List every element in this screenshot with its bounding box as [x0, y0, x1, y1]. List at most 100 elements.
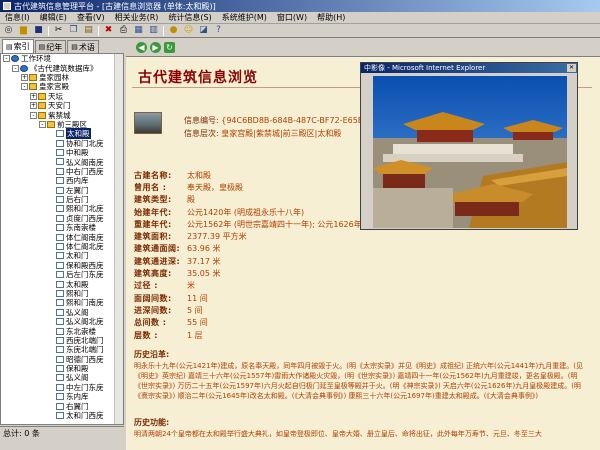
toolbar: ◎ ▆ ■ ✂ ❐ ▤ ✖ ⎙ ▦ ▥ ● ☺ ◪ ?: [0, 24, 600, 38]
copy-icon[interactable]: ❐: [68, 25, 79, 36]
tree-item[interactable]: 太和殿: [1, 128, 123, 140]
tree-item[interactable]: 左翼门: [1, 185, 123, 195]
menu-system[interactable]: 系统维护(M): [217, 12, 272, 23]
forward-icon[interactable]: ▶: [150, 41, 161, 53]
menu-info[interactable]: 信息(I): [0, 12, 35, 23]
page-icon: [56, 374, 64, 382]
tree-scrollbar[interactable]: [114, 54, 123, 424]
tree-item[interactable]: 东北崇楼: [1, 326, 123, 336]
page-icon: [56, 393, 64, 401]
toolbar-separator: [98, 25, 99, 36]
image-popup-window[interactable]: 中影像 - Microsoft Internet Explorer ✕: [360, 62, 578, 230]
back-icon[interactable]: ◀: [136, 41, 147, 53]
collapse-icon[interactable]: -: [39, 120, 46, 128]
tree-item[interactable]: 右翼门: [1, 401, 123, 411]
expand-icon[interactable]: +: [21, 73, 28, 81]
binoculars-icon[interactable]: ◎: [3, 25, 14, 36]
calendar-icon[interactable]: ▥: [148, 25, 159, 36]
menu-edit[interactable]: 编辑(E): [35, 12, 72, 23]
close-icon[interactable]: ✕: [567, 64, 576, 72]
building-thumbnail[interactable]: [134, 112, 162, 134]
collapse-icon[interactable]: -: [12, 64, 19, 72]
tree-item[interactable]: 后左门东庑: [1, 270, 123, 279]
history-title: 历史沿革:: [134, 350, 170, 359]
tree-item[interactable]: 中和殿: [1, 148, 123, 157]
menu-help[interactable]: 帮助(H): [312, 12, 350, 23]
open-folder-icon[interactable]: ▆: [18, 25, 29, 36]
menu-stats[interactable]: 统计信息(S): [163, 12, 216, 23]
chronology-icon: ▤: [38, 43, 46, 51]
history-text: 明永乐十九年(公元1421年)建成，原名奉天殿，同年四月被毁于火。(明《太宗实录…: [134, 362, 583, 400]
tree-item[interactable]: 弘义阁: [1, 373, 123, 382]
tree-item[interactable]: 协和门北庑: [1, 139, 123, 148]
tree-item[interactable]: 东南崇楼: [1, 223, 123, 232]
tree-item[interactable]: 东内库: [1, 392, 123, 401]
tree-item[interactable]: 弘义阁南庑: [1, 157, 123, 167]
tree-item[interactable]: 贞度门西庑: [1, 214, 123, 223]
tree-item[interactable]: 保和殿西庑: [1, 261, 123, 270]
tree-item[interactable]: 熙和门北庑: [1, 204, 123, 213]
cut-icon[interactable]: ✂: [53, 25, 64, 36]
status-total: 总计: 0 条: [3, 429, 40, 438]
field-row: 古建名称: 太和殿: [134, 170, 211, 180]
tree-item[interactable]: 熙和门: [1, 289, 123, 298]
print-icon[interactable]: ⎙: [118, 25, 129, 36]
page-icon: [56, 346, 64, 354]
coins-icon[interactable]: ●: [168, 25, 179, 36]
terms-icon: ▤: [71, 43, 78, 51]
tab-index[interactable]: ▤ 索引: [2, 39, 34, 53]
menu-related[interactable]: 相关业务(R): [110, 12, 164, 23]
tree-item[interactable]: 西内库: [1, 176, 123, 185]
folder-icon: [38, 111, 46, 119]
question-icon[interactable]: ?: [213, 25, 224, 36]
expand-icon[interactable]: +: [30, 92, 37, 100]
tree-item[interactable]: 昭德门西庑: [1, 355, 123, 364]
field-row: 建筑高度: 35.05 米: [134, 269, 221, 279]
menu-window[interactable]: 窗口(W): [272, 12, 312, 23]
collapse-icon[interactable]: -: [3, 55, 10, 63]
tree-item[interactable]: 中右门西庑: [1, 167, 123, 176]
folder-icon: [38, 92, 46, 100]
nav-bar: ◀ ▶ ↻: [126, 38, 600, 56]
save-icon[interactable]: ■: [33, 25, 44, 36]
tree-item[interactable]: - 前三殿区: [1, 120, 123, 129]
tree-item[interactable]: 太和门西庑: [1, 411, 123, 420]
tree-item[interactable]: 西庑北端门: [1, 336, 123, 345]
folder-icon: [38, 102, 46, 110]
tree-item[interactable]: 中左门东庑: [1, 383, 123, 392]
paste-icon[interactable]: ▤: [83, 25, 94, 36]
smiley-icon[interactable]: ☺: [183, 25, 194, 36]
page-icon: [56, 327, 64, 335]
collapse-icon[interactable]: -: [21, 83, 28, 91]
field-row: 始建年代: 公元1420年 (明成祖永乐十八年): [134, 207, 305, 217]
grid-icon[interactable]: ▦: [133, 25, 144, 36]
refresh-icon[interactable]: ↻: [164, 41, 175, 53]
info-icon[interactable]: ◪: [198, 25, 209, 36]
globe-icon: [11, 55, 19, 63]
tree-item[interactable]: 太和门: [1, 251, 123, 260]
folder-icon: [29, 83, 37, 91]
expand-icon[interactable]: +: [30, 102, 37, 110]
tree-item[interactable]: 后右门: [1, 195, 123, 204]
tree-item[interactable]: 体仁阁北庑: [1, 242, 123, 251]
page-icon: [56, 243, 64, 250]
tree-item[interactable]: 体仁阁南庑: [1, 232, 123, 242]
delete-icon[interactable]: ✖: [103, 25, 114, 36]
tree-view[interactable]: - 工作环境 - 《古代建筑数据库》 + 皇家园林 - 皇家宫殿 + 天坛 + 天安门 - 紫禁城 - 前三殿…: [0, 53, 124, 425]
tree-item[interactable]: 弘义阁北庑: [1, 317, 123, 326]
folder-icon: [47, 120, 55, 128]
tab-terms[interactable]: ▤ 术语: [67, 40, 99, 53]
tab-chronology[interactable]: ▤ 纪年: [34, 40, 67, 53]
menu-view[interactable]: 查看(V): [72, 12, 110, 23]
popup-titlebar[interactable]: 中影像 - Microsoft Internet Explorer: [361, 63, 577, 73]
tree-item[interactable]: 弘义阁: [1, 308, 123, 317]
tree-item[interactable]: 熙和门南庑: [1, 298, 123, 307]
tree-item[interactable]: 太和殿: [1, 279, 123, 289]
collapse-icon[interactable]: -: [30, 111, 37, 119]
tree-item[interactable]: 保和殿: [1, 364, 123, 373]
field-row: 过径 :米: [134, 281, 195, 291]
tree-item[interactable]: 东庑北端门: [1, 345, 123, 354]
window-titlebar[interactable]: 古代建筑信息管理平台 - [古建信息浏览器 (单体:太和殿)]: [0, 0, 600, 12]
page-icon: [56, 158, 64, 166]
field-row: 建筑类型: 殿: [134, 195, 195, 205]
